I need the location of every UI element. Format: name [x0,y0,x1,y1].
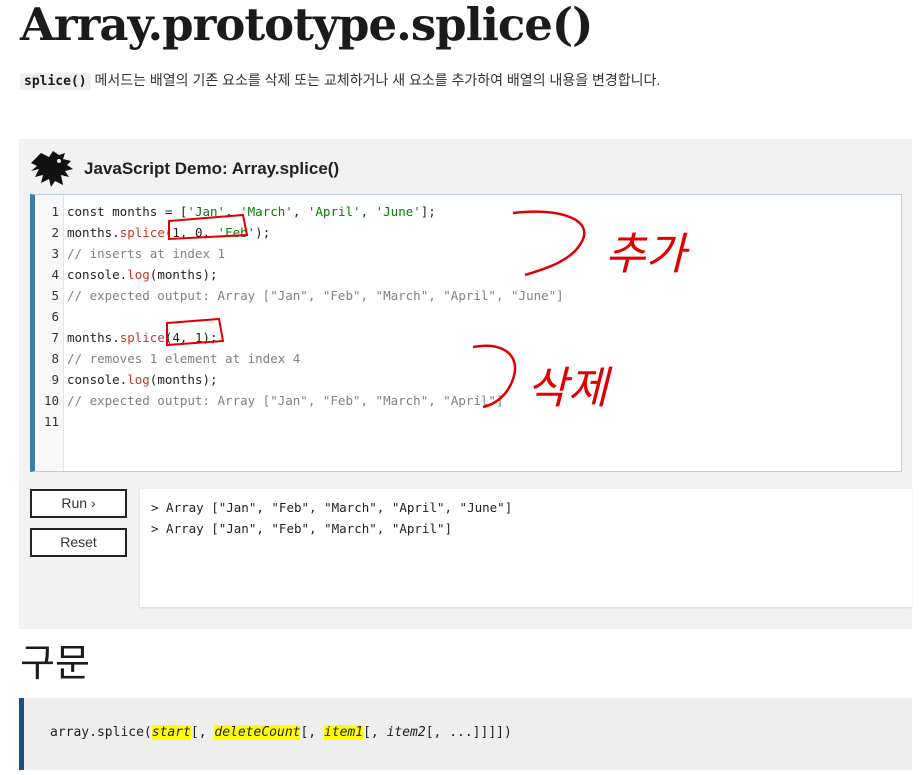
code-token: ]; [420,204,436,219]
code-line: 10 // expected output: Array ["Jan", "Feb… [35,390,895,411]
code-line: 1 const months = ['Jan', 'March', 'April'… [35,201,895,222]
code-line: 6 [35,306,895,327]
syntax-code: array.splice(start[, deleteCount[, item1… [50,725,512,740]
code-text: console.log(months); [67,369,218,390]
syntax-sep: [, [300,725,324,740]
line-number: 11 [43,414,59,429]
line-number: 3 [51,246,59,261]
code-text: // removes 1 element at index 4 [67,348,300,369]
code-token: // inserts at index 1 [67,246,226,261]
code-token: // removes 1 element at index 4 [67,351,301,366]
code-line: 8 // removes 1 element at index 4 [35,348,895,369]
syntax-sep: [, [363,725,387,740]
param-start: start [151,725,191,740]
code-token: ); [255,225,271,240]
code-text: console.log(months); [67,264,218,285]
code-token: console. [67,267,128,282]
line-number: 7 [51,330,59,345]
code-token: 'June' [375,204,421,219]
line-number: 1 [51,204,59,219]
line-number: 6 [51,309,59,324]
code-token: const months = [ [67,204,188,219]
line-number: 9 [51,372,59,387]
line-number: 4 [51,267,59,282]
code-line: 5 // expected output: Array ["Jan", "Feb"… [35,285,895,306]
code-token: , [292,204,308,219]
code-token: months. [67,330,120,345]
code-token: , [225,204,241,219]
code-text: // expected output: Array ["Jan", "Feb",… [67,285,564,306]
code-text: // expected output: Array ["Jan", "Feb",… [67,390,504,411]
code-token: 'April' [307,204,361,219]
intro-text: 메서드는 배열의 기존 요소를 삭제 또는 교체하거나 새 요소를 추가하여 배… [90,72,661,88]
syntax-sep: [, [190,725,215,740]
run-button[interactable]: Run › [30,489,127,518]
code-text: months.splice(4, 1); [67,327,218,348]
code-token: 'Jan' [187,204,226,219]
code-token: // expected output: Array ["Jan", "Feb",… [67,393,504,408]
code-token: log [127,372,150,387]
param-item2: item2 [386,725,426,740]
syntax-suffix: [, ...]]]]) [425,725,512,740]
param-deletecount: deleteCount [214,725,301,740]
param-item1: item1 [323,725,364,740]
code-token: 'Feb' [217,225,256,240]
console-line: > Array ["Jan", "Feb", "March", "April"] [151,521,453,536]
code-token: 'March' [240,204,293,219]
reset-button[interactable]: Reset [30,528,127,557]
code-line: 2 months.splice(1, 0, 'Feb'); [35,222,895,243]
demo-title: JavaScript Demo: Array.splice() [84,159,340,178]
code-token: splice [119,330,165,345]
code-token: months. [67,225,120,240]
intro-paragraph: splice() 메서드는 배열의 기존 요소를 삭제 또는 교체하거나 새 요… [20,69,790,93]
intro-code: splice() [20,73,91,90]
line-number: 2 [51,225,59,240]
line-number: 10 [43,393,59,408]
code-line: 11 [35,411,895,432]
code-text: // inserts at index 1 [67,243,225,264]
line-number: 5 [51,288,59,303]
code-token: splice [119,225,165,240]
code-token: (1, 0, [164,225,218,240]
code-token: log [127,267,150,282]
dinosaur-logo-icon [31,151,73,187]
page-title: Array.prototype.splice() [20,0,593,51]
code-line: 9 console.log(months); [35,369,895,390]
syntax-heading: 구문 [20,641,90,685]
code-token: (4, 1); [164,330,218,345]
demo-header: JavaScript Demo: Array.splice() [29,149,529,189]
console-line: > Array ["Jan", "Feb", "March", "April",… [151,500,513,515]
interactive-demo: JavaScript Demo: Array.splice() 1 const m… [19,139,912,629]
code-token: console. [67,372,128,387]
code-line: 7 months.splice(4, 1); [35,327,895,348]
code-line: 4 console.log(months); [35,264,895,285]
code-text: const months = ['Jan', 'March', 'April',… [67,201,436,222]
code-text: months.splice(1, 0, 'Feb'); [67,222,270,243]
code-token: , [360,204,376,219]
syntax-block: array.splice(start[, deleteCount[, item1… [19,698,912,770]
code-line: 3 // inserts at index 1 [35,243,895,264]
code-token: (months); [149,372,218,387]
code-editor[interactable]: 1 const months = ['Jan', 'March', 'April'… [30,194,902,472]
line-number: 8 [51,351,59,366]
syntax-prefix: array.splice( [50,725,152,740]
code-token: // expected output: Array ["Jan", "Feb",… [67,288,564,303]
code-token: (months); [149,267,218,282]
console-output: > Array ["Jan", "Feb", "March", "April",… [140,489,912,607]
